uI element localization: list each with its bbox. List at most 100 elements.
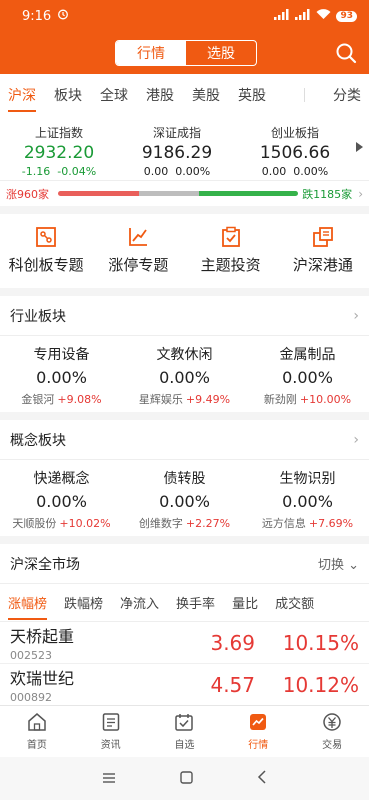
quick-theme-invest[interactable]: 主题投资 (185, 214, 277, 288)
index-pct: 0.00% (175, 165, 211, 178)
table-row[interactable]: 欢瑞世纪 000892 4.57 10.12% (0, 664, 369, 706)
sector-name: 专用设备 (33, 347, 90, 363)
index-change: 0.00 (261, 165, 287, 178)
rank-tabs: 涨幅榜 跌幅榜 净流入 换手率 量比 成交额 (0, 584, 369, 622)
header-segment: 行情 选股 (115, 40, 257, 66)
quick-entries: 科创板专题 涨停专题 主题投资 沪深港通 (0, 214, 369, 288)
quick-label: 沪深港通 (292, 256, 353, 274)
nav-watchlist[interactable]: 自选 (148, 706, 222, 757)
search-icon[interactable] (335, 42, 357, 64)
home-icon (27, 712, 47, 732)
tab-amount[interactable]: 成交额 (275, 584, 314, 622)
tab-hk[interactable]: 港股 (146, 74, 174, 116)
quick-connect[interactable]: 沪深港通 (277, 214, 369, 288)
signal-icon (274, 9, 290, 23)
battery-level: 93 (336, 10, 357, 22)
index-name: 创业板指 (270, 126, 319, 140)
stock-name: 天桥起重 (10, 627, 75, 646)
sector-name: 快递概念 (33, 471, 90, 487)
nav-home[interactable]: 首页 (0, 706, 74, 757)
tab-hushen[interactable]: 沪深 (8, 74, 36, 116)
tab-losers[interactable]: 跌幅榜 (64, 584, 103, 622)
tab-category[interactable]: 分类 (333, 74, 361, 116)
tab-global[interactable]: 全球 (100, 74, 128, 116)
alarm-icon (57, 8, 69, 24)
nav-news[interactable]: 资讯 (74, 706, 148, 757)
quick-label: 涨停专题 (108, 256, 169, 274)
sector-cell[interactable]: 专用设备 0.00% 金银河 +9.08% (0, 344, 123, 412)
sector-leader-pct: +7.69% (308, 517, 354, 530)
wifi-icon (316, 9, 331, 23)
seg-stock-picker[interactable]: 选股 (186, 41, 256, 65)
stock-code: 002523 (10, 649, 52, 662)
sector-leader: 星辉娱乐 (138, 393, 183, 406)
sector-pct: 0.00% (36, 492, 87, 511)
sector-pct: 0.00% (282, 368, 333, 387)
signal-icon (295, 9, 311, 23)
stock-gain: 10.15% (282, 630, 359, 655)
news-icon (101, 712, 121, 732)
system-nav-bar (0, 757, 369, 800)
nav-trade[interactable]: 交易 (295, 706, 369, 757)
index-value: 2932.20 (23, 143, 95, 163)
sector-leader: 金银河 (21, 393, 55, 406)
quick-limit-up[interactable]: 涨停专题 (92, 214, 184, 288)
sector-name: 生物识别 (279, 471, 336, 487)
index-card[interactable]: 深证成指 9186.29 0.00 0.00% (118, 124, 236, 180)
market-section: 沪深全市场 切换 ⌄ 涨幅榜 跌幅榜 净流入 换手率 量比 成交额 天桥起重 0… (0, 544, 369, 706)
trade-icon (322, 712, 342, 732)
quick-star-market[interactable]: 科创板专题 (0, 214, 92, 288)
tab-uk[interactable]: 英股 (238, 74, 266, 116)
tab-divider (304, 88, 305, 102)
down-count: 跌1185家 (302, 187, 353, 201)
quick-label: 科创板专题 (8, 256, 84, 274)
status-time: 9:16 (22, 8, 52, 24)
market-breadth[interactable]: 涨960家 跌1185家 › (0, 180, 369, 206)
index-name: 深证成指 (152, 126, 201, 140)
nav-label: 资讯 (100, 740, 121, 751)
sector-cell[interactable]: 快递概念 0.00% 天顺股份 +10.02% (0, 468, 123, 536)
sector-leader-pct: +10.00% (299, 393, 352, 406)
tab-sector[interactable]: 板块 (54, 74, 82, 116)
market-tabs: 沪深 板块 全球 港股 美股 英股 分类 (0, 74, 369, 116)
sector-leader: 新劲刚 (263, 393, 297, 406)
concept-section: 概念板块 › 快递概念 0.00% 天顺股份 +10.02% 债转股 0.00% … (0, 420, 369, 536)
menu-icon[interactable] (102, 769, 116, 788)
sector-pct: 0.00% (36, 368, 87, 387)
index-value: 1506.66 (259, 143, 331, 163)
industry-header[interactable]: 行业板块 › (0, 296, 369, 336)
sector-cell[interactable]: 生物识别 0.00% 远方信息 +7.69% (246, 468, 369, 536)
play-arrow-icon[interactable] (356, 142, 363, 152)
tab-us[interactable]: 美股 (192, 74, 220, 116)
tab-net-inflow[interactable]: 净流入 (120, 584, 159, 622)
stock-gain: 10.12% (282, 672, 359, 697)
chevron-down-icon: ⌄ (348, 558, 359, 573)
sector-cell[interactable]: 金属制品 0.00% 新劲刚 +10.00% (246, 344, 369, 412)
tab-volume-ratio[interactable]: 量比 (232, 584, 258, 622)
chevron-right-icon: › (353, 307, 359, 324)
sector-name: 债转股 (163, 471, 206, 487)
switch-button[interactable]: 切换 ⌄ (318, 554, 359, 573)
index-card[interactable]: 创业板指 1506.66 0.00 0.00% (236, 124, 354, 180)
index-pct: -0.04% (57, 165, 97, 178)
sector-cell[interactable]: 债转股 0.00% 创维数字 +2.27% (123, 468, 246, 536)
stock-name: 欢瑞世纪 (10, 669, 75, 688)
sector-pct: 0.00% (159, 368, 210, 387)
back-icon[interactable] (257, 769, 267, 788)
sector-cell[interactable]: 文教休闲 0.00% 星辉娱乐 +9.49% (123, 344, 246, 412)
index-row: 上证指数 2932.20 -1.16 -0.04% 深证成指 9186.29 0… (0, 116, 369, 180)
concept-header[interactable]: 概念板块 › (0, 420, 369, 460)
chip-icon (35, 226, 57, 248)
table-row[interactable]: 天桥起重 002523 3.69 10.15% (0, 622, 369, 664)
index-value: 9186.29 (141, 143, 213, 163)
home-square-icon[interactable] (180, 769, 193, 788)
seg-market[interactable]: 行情 (116, 41, 186, 65)
index-card[interactable]: 上证指数 2932.20 -1.16 -0.04% (0, 124, 118, 180)
tab-turnover[interactable]: 换手率 (176, 584, 215, 622)
tab-gainers[interactable]: 涨幅榜 (8, 584, 48, 622)
stock-price: 4.57 (210, 672, 255, 697)
breadth-up-segment (58, 191, 139, 196)
clipboard-check-icon (220, 226, 242, 248)
nav-market[interactable]: 行情 (221, 706, 295, 757)
sector-pct: 0.00% (159, 492, 210, 511)
